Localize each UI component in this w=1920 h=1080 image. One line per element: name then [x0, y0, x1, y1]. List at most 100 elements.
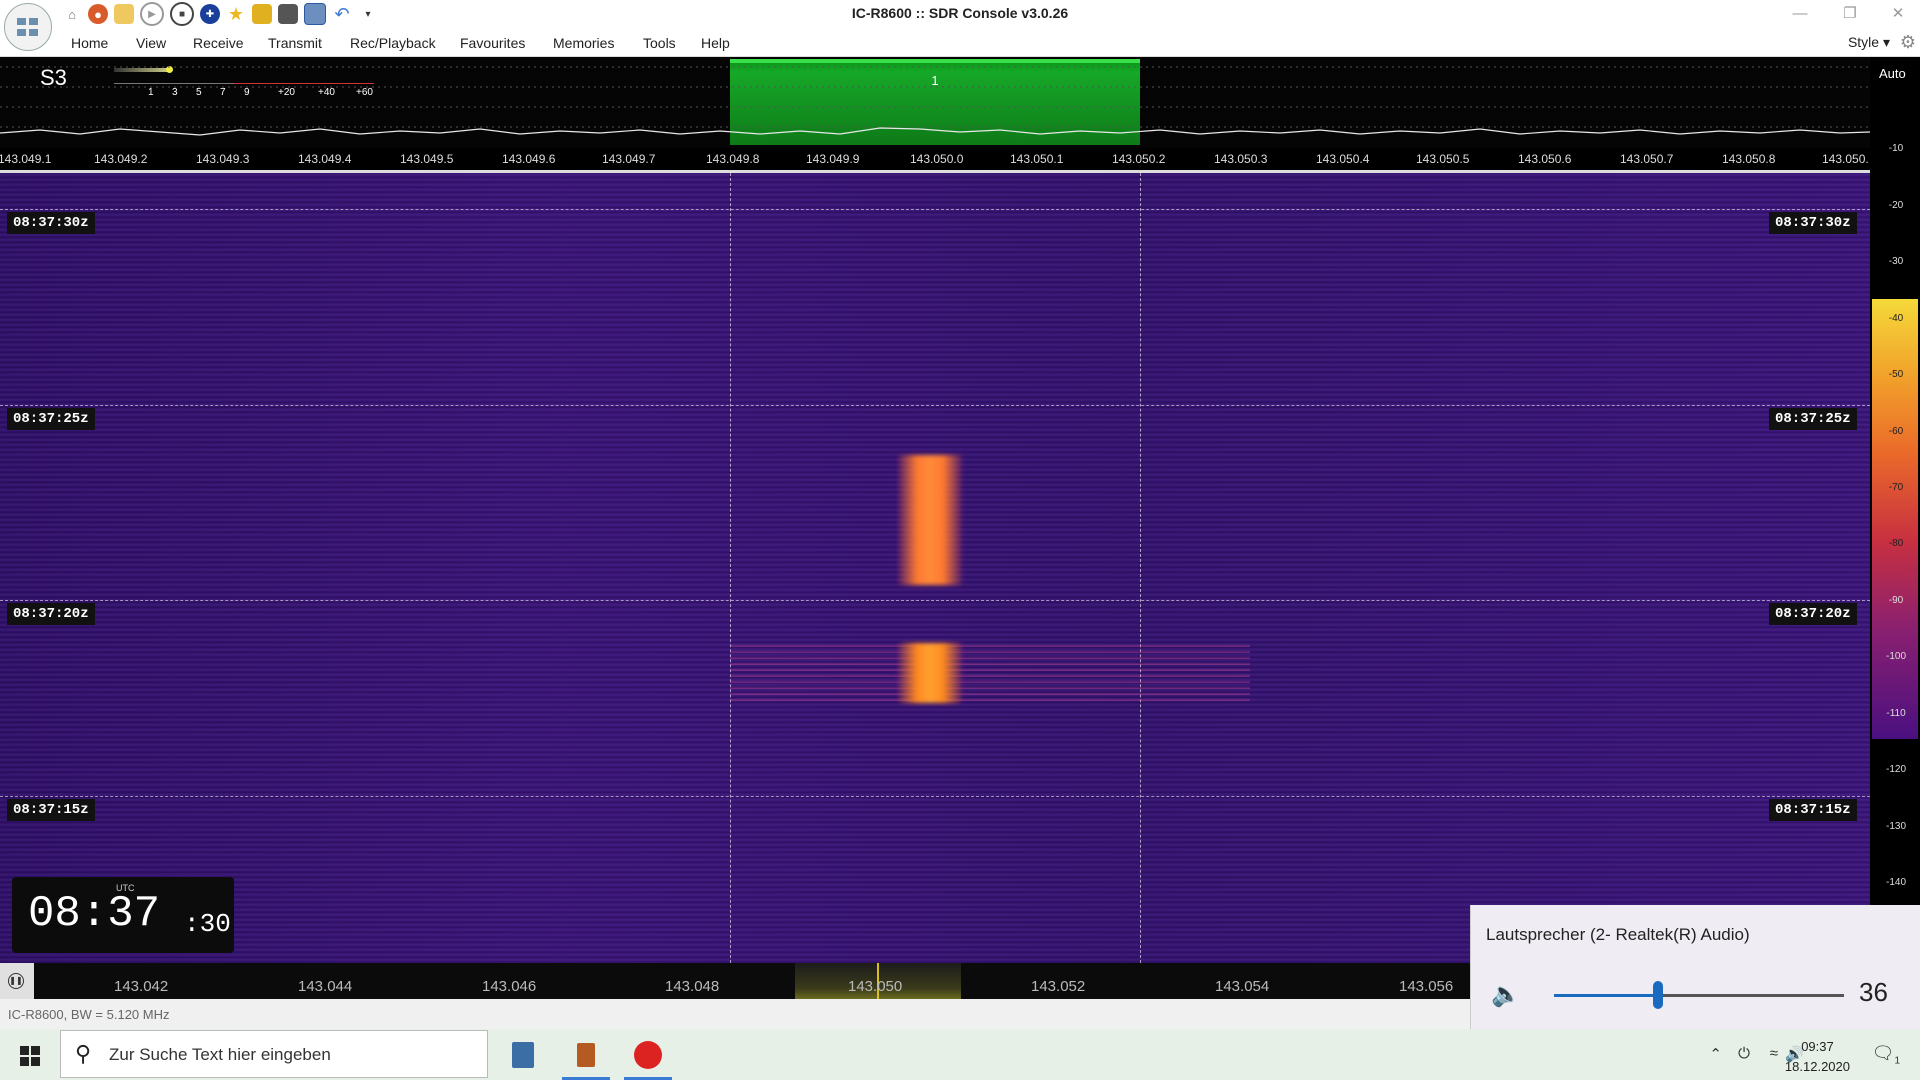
freq-tick: 143.050.4 — [1316, 152, 1370, 166]
zoom-slider-handle[interactable]: ❚❚ — [0, 963, 34, 999]
time-gridline — [0, 600, 1870, 601]
freq-tick: 143.050.2 — [1112, 152, 1166, 166]
start-button[interactable] — [0, 1029, 60, 1080]
bottom-freq-tick: 143.044 — [298, 978, 353, 995]
freq-tick: 143.049.4 — [298, 152, 352, 166]
taskbar-calculator[interactable] — [495, 1029, 551, 1080]
menu-help[interactable]: Help — [701, 35, 730, 51]
clock-hours-minutes: 08:37 — [28, 889, 161, 939]
freq-tick: 143.050.1 — [1010, 152, 1064, 166]
freq-tick: 143.049.9 — [806, 152, 860, 166]
volume-slider[interactable] — [1554, 981, 1844, 1009]
volume-flyout: Lautsprecher (2- Realtek(R) Audio) 🔈 36 — [1470, 905, 1920, 1030]
freq-tick: 143.049.2 — [94, 152, 148, 166]
time-gridline — [0, 405, 1870, 406]
freq-tick: 143.050.8 — [1722, 152, 1776, 166]
db-label: -140 — [1885, 877, 1906, 888]
bottom-freq-tick: 143.050 — [848, 978, 903, 995]
restore-icon[interactable]: ❐ — [1835, 2, 1865, 26]
spectrum-line — [0, 127, 1870, 136]
db-label: -80 — [1888, 538, 1904, 549]
freq-tick: 143.050.5 — [1416, 152, 1470, 166]
signal-burst-lower — [898, 643, 962, 703]
spectrum-display[interactable]: S3 1 3 5 7 9 +20 +40 +60 1 — [0, 57, 1870, 148]
menu-transmit[interactable]: Transmit — [268, 35, 322, 51]
freq-tick: 143.049.1 — [0, 152, 52, 166]
windows-icon — [20, 1046, 40, 1066]
title-bar: ⌂ ● ▶ ■ ✚ ★ ↶ ▾ IC-R8600 :: SDR Console … — [0, 0, 1920, 28]
bottom-freq-tick: 143.046 — [482, 978, 537, 995]
gear-icon[interactable]: ⚙ — [1900, 32, 1916, 53]
freq-tick: 143.050.6 — [1518, 152, 1572, 166]
taskbar-sdr-console[interactable] — [620, 1029, 676, 1080]
style-dropdown[interactable]: Style ▾ — [1848, 34, 1890, 51]
notification-icon[interactable]: 🗨1 — [1872, 1043, 1900, 1067]
menu-home[interactable]: Home — [71, 35, 108, 51]
minimize-icon[interactable]: — — [1785, 2, 1815, 26]
freq-tick: 143.049.3 — [196, 152, 250, 166]
time-label-right: 08:37:25z — [1769, 408, 1857, 430]
menu-bar: Home View Receive Transmit Rec/Playback … — [0, 28, 1920, 57]
signal-burst-upper — [898, 455, 962, 585]
time-label-left: 08:37:15z — [7, 799, 95, 821]
close-icon[interactable]: ✕ — [1883, 2, 1913, 26]
volume-slider-thumb[interactable] — [1653, 981, 1664, 1009]
filter-edge-left — [730, 173, 731, 963]
db-label: -10 — [1888, 143, 1904, 154]
app-menu-button[interactable] — [4, 3, 52, 51]
top-frequency-scale[interactable]: 143.049.1 143.049.2 143.049.3 143.049.4 … — [0, 149, 1870, 173]
taskbar-app-cup[interactable] — [558, 1029, 614, 1080]
volume-slider-fill — [1554, 994, 1659, 997]
db-label: -30 — [1888, 256, 1904, 267]
colour-range-bar[interactable] — [1872, 299, 1918, 739]
db-label: -60 — [1888, 426, 1904, 437]
volume-value: 36 — [1859, 977, 1888, 1007]
db-scale[interactable]: Auto -10 -20 -30 -40 -50 -60 -70 -80 -90… — [1870, 57, 1920, 963]
speaker-icon[interactable]: 🔈 — [1491, 980, 1521, 1009]
db-label: -110 — [1886, 708, 1906, 719]
auto-button[interactable]: Auto — [1879, 66, 1906, 81]
menu-rec-playback[interactable]: Rec/Playback — [350, 35, 436, 51]
notification-count: 1 — [1894, 1055, 1900, 1067]
pause-icon[interactable]: ❚❚ — [8, 973, 24, 989]
time-label-right: 08:37:20z — [1769, 603, 1857, 625]
menu-memories[interactable]: Memories — [553, 35, 614, 51]
spectrum-trace — [0, 66, 1870, 136]
freq-tick: 143.049.8 — [706, 152, 760, 166]
search-placeholder: Zur Suche Text hier eingeben — [109, 1045, 331, 1064]
tray-time: 09:37 — [1801, 1039, 1834, 1054]
freq-tick: 143.049.7 — [602, 152, 656, 166]
time-gridline — [0, 796, 1870, 797]
bottom-freq-tick: 143.042 — [114, 978, 169, 995]
style-label: Style — [1847, 34, 1880, 50]
taskbar-search[interactable]: ⚲ Zur Suche Text hier eingeben — [60, 1030, 488, 1078]
menu-tools[interactable]: Tools — [643, 35, 676, 51]
calculator-icon — [512, 1041, 534, 1068]
bottom-freq-tick: 143.052 — [1031, 978, 1086, 995]
time-label-right: 08:37:15z — [1769, 799, 1857, 821]
clock-seconds: :30 — [184, 909, 231, 939]
waterfall-display[interactable]: 08:37:30z 08:37:25z 08:37:20z 08:37:15z … — [0, 173, 1870, 963]
db-label: -20 — [1888, 200, 1904, 211]
tray-chevron-icon[interactable]: ⌃ — [1709, 1045, 1722, 1063]
db-label: -50 — [1888, 369, 1904, 380]
time-label-left: 08:37:25z — [7, 408, 95, 430]
menu-receive[interactable]: Receive — [193, 35, 244, 51]
menu-favourites[interactable]: Favourites — [460, 35, 525, 51]
db-label: -130 — [1885, 821, 1906, 832]
taskbar: ⚲ Zur Suche Text hier eingeben ⌃ ⏻ ≈ 🔊 0… — [0, 1029, 1920, 1080]
menu-view[interactable]: View — [136, 35, 166, 51]
time-label-right: 08:37:30z — [1769, 212, 1857, 234]
time-label-left: 08:37:20z — [7, 603, 95, 625]
wifi-icon[interactable]: ≈ — [1770, 1045, 1778, 1062]
freq-tick: 143.050.7 — [1620, 152, 1674, 166]
audio-device-name[interactable]: Lautsprecher (2- Realtek(R) Audio) — [1486, 925, 1750, 945]
freq-tick: 143.050. — [1822, 152, 1869, 166]
freq-tick: 143.050.0 — [910, 152, 964, 166]
filter-edge-right — [1140, 173, 1141, 963]
db-label: -100 — [1885, 651, 1906, 662]
battery-icon[interactable]: ⏻ — [1738, 1045, 1750, 1062]
freq-tick: 143.049.6 — [502, 152, 556, 166]
tray-clock[interactable]: 09:37 18.12.2020 — [1785, 1037, 1850, 1077]
bottom-freq-tick: 143.048 — [665, 978, 720, 995]
